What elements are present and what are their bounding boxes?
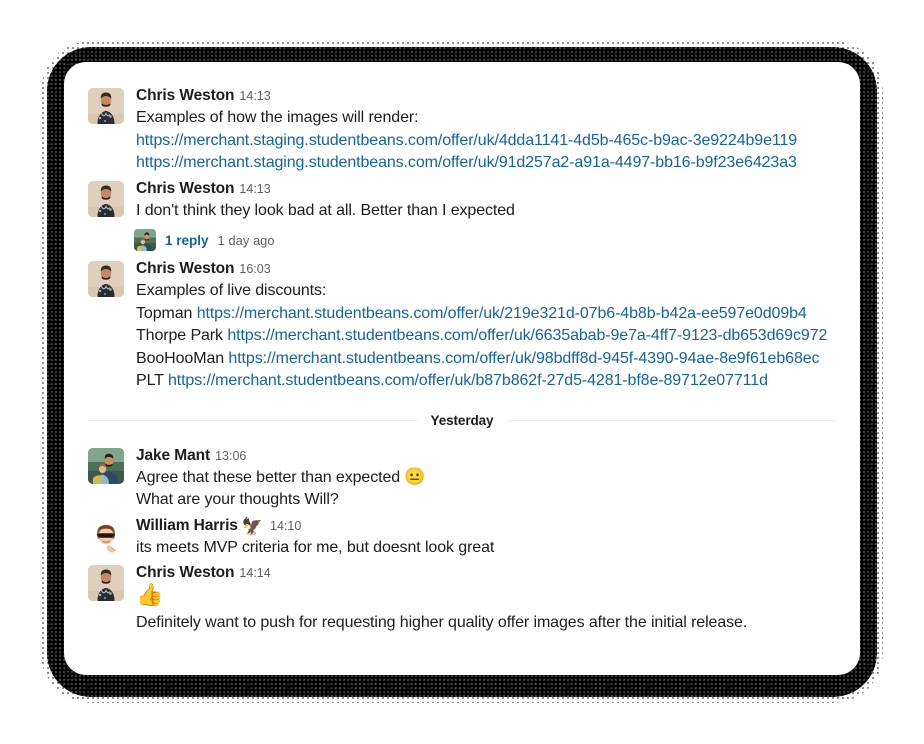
avatar[interactable]: [88, 565, 124, 601]
message-author[interactable]: Chris Weston: [136, 260, 235, 277]
message-author[interactable]: Chris Weston: [136, 564, 235, 581]
message-timestamp[interactable]: 14:14: [239, 566, 270, 580]
message: Chris Weston 14:13 Examples of how the ima…: [64, 86, 860, 175]
message-author[interactable]: Chris Weston: [136, 87, 235, 104]
message-header: Chris Weston 16:03: [136, 259, 836, 279]
link-prefix-label: BooHooMan: [136, 349, 225, 367]
message-text: its meets MVP criteria for me, but doesn…: [136, 538, 495, 556]
neutral-face-emoji: 😐: [404, 466, 426, 486]
message-line: 👍: [136, 584, 836, 612]
divider-rule-left: [88, 419, 417, 421]
message-link[interactable]: https://merchant.studentbeans.com/offer/…: [168, 372, 768, 389]
thread-participant-avatar[interactable]: [134, 229, 156, 251]
divider-label[interactable]: Yesterday: [417, 413, 508, 428]
message-text: Examples of live discounts:: [136, 282, 327, 299]
message-link[interactable]: https://merchant.studentbeans.com/offer/…: [197, 305, 807, 322]
message-author[interactable]: Jake Mant: [136, 447, 210, 464]
message-line: https://merchant.staging.studentbeans.co…: [136, 130, 836, 153]
message-timestamp[interactable]: 14:13: [239, 182, 270, 196]
message-timestamp[interactable]: 14:13: [239, 89, 270, 103]
message-link[interactable]: https://merchant.staging.studentbeans.co…: [136, 154, 797, 171]
message-line: BooHooMan https://merchant.studentbeans.…: [136, 348, 836, 371]
avatar[interactable]: [88, 261, 124, 297]
message-line: https://merchant.staging.studentbeans.co…: [136, 152, 836, 175]
thread-last-reply-time: 1 day ago: [217, 232, 275, 248]
message-timestamp[interactable]: 16:03: [239, 262, 270, 276]
message-list: Chris Weston 14:13 Examples of how the ima…: [64, 62, 860, 639]
message-link[interactable]: https://merchant.studentbeans.com/offer/…: [227, 327, 827, 344]
message-timestamp[interactable]: 14:10: [270, 519, 301, 533]
message-link[interactable]: https://merchant.staging.studentbeans.co…: [136, 132, 797, 149]
message-text: What are your thoughts Will?: [136, 491, 339, 508]
message-timestamp[interactable]: 13:06: [215, 449, 246, 463]
link-prefix-label: PLT: [136, 372, 164, 389]
avatar[interactable]: [88, 517, 124, 554]
message-line: Thorpe Park https://merchant.studentbean…: [136, 325, 836, 348]
link-prefix-label: Thorpe Park: [136, 327, 223, 344]
message-author[interactable]: William Harris: [136, 517, 238, 534]
message-line: Topman https://merchant.studentbeans.com…: [136, 303, 836, 326]
avatar[interactable]: [88, 447, 124, 484]
message: Chris Weston 14:13 I don't think they look…: [64, 179, 860, 256]
thumbs-up-emoji: 👍: [136, 582, 164, 607]
date-divider: Yesterday: [88, 413, 836, 428]
message-header: William Harris 🦅 14:10: [136, 516, 836, 536]
thread-reply-count[interactable]: 1 reply: [165, 233, 209, 248]
message-text: I don't think they look bad at all. Bett…: [136, 201, 515, 219]
message-card: Chris Weston 14:13 Examples of how the ima…: [64, 62, 860, 675]
avatar[interactable]: [88, 88, 124, 124]
divider-rule-right: [507, 419, 836, 421]
message-header: Jake Mant 13:06: [136, 446, 836, 466]
message: William Harris 🦅 14:10 its meets MVP criter…: [64, 516, 860, 560]
message-header: Chris Weston 14:14: [136, 563, 836, 583]
message-text: Definitely want to push for requesting h…: [136, 614, 748, 631]
avatar[interactable]: [88, 180, 124, 217]
user-status-emoji[interactable]: 🦅: [242, 518, 263, 535]
message-text: Agree that these better than expected: [136, 468, 405, 486]
thread-reply-bar[interactable]: 1 reply 1 day ago: [134, 225, 836, 255]
message-header: Chris Weston 14:13: [136, 179, 836, 199]
message-author[interactable]: Chris Weston: [136, 180, 235, 197]
message-text: Examples of how the images will render:: [136, 109, 419, 126]
message-link[interactable]: https://merchant.studentbeans.com/offer/…: [228, 350, 819, 367]
message: Chris Weston 16:03 Examples of live discou…: [64, 259, 860, 393]
link-prefix-label: Topman: [136, 304, 193, 322]
message-line: Agree that these better than expected 😐: [136, 467, 836, 490]
message: Jake Mant 13:06 Agree that these better th…: [64, 446, 860, 512]
message-line: PLT https://merchant.studentbeans.com/of…: [136, 370, 836, 393]
message-header: Chris Weston 14:13: [136, 86, 836, 106]
message: Chris Weston 14:14 👍 Definitely want to pus…: [64, 563, 860, 635]
